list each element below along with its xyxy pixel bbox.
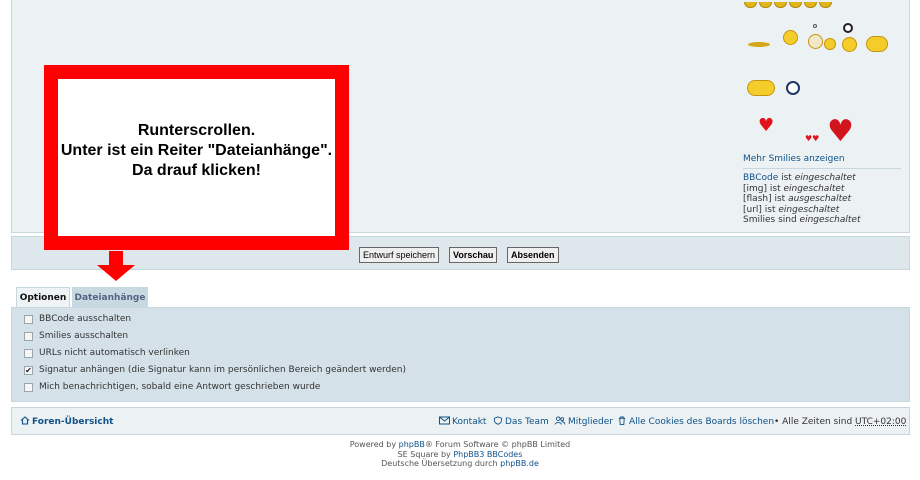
style-author-link[interactable]: PhpBB3 BBCodes xyxy=(453,450,522,459)
footer-navbar: Foren-Übersicht Kontakt Das Team Mitglie… xyxy=(11,407,910,435)
translation-link[interactable]: phpBB.de xyxy=(500,459,539,468)
arrow-down-icon xyxy=(97,265,135,281)
save-draft-button[interactable]: Entwurf speichern xyxy=(359,247,440,263)
divider xyxy=(743,168,901,169)
preview-button[interactable]: Vorschau xyxy=(449,247,498,263)
big-heart-icon[interactable]: ♥ xyxy=(827,117,854,147)
submit-button[interactable]: Absenden xyxy=(507,247,559,263)
envelope-icon xyxy=(439,416,450,425)
checkbox-checked[interactable]: ✔ xyxy=(24,366,33,375)
smiley-icon[interactable] xyxy=(824,38,836,50)
smiley-icon[interactable] xyxy=(774,2,787,8)
url-status-line: [url] ist eingeschaltet xyxy=(743,204,840,215)
smiley-trophy-icon[interactable] xyxy=(866,36,888,52)
zzz-icon xyxy=(813,24,817,28)
smilies-box: ♥ ♥♥ ♥ xyxy=(744,0,904,150)
forum-index-link[interactable]: Foren-Übersicht xyxy=(20,416,113,428)
home-icon xyxy=(20,416,30,425)
tab-attachments[interactable]: Dateianhänge xyxy=(72,287,148,308)
delete-cookies-link[interactable]: Alle Cookies des Boards löschen xyxy=(617,416,774,428)
soccer-ball-icon[interactable] xyxy=(843,23,853,33)
smiley-sleeping-icon[interactable] xyxy=(808,34,823,49)
checkbox[interactable] xyxy=(24,383,33,392)
smiley-icon[interactable] xyxy=(783,30,798,45)
checkbox[interactable] xyxy=(24,315,33,324)
bbcode-status-line: BBCode ist eingeschaltet xyxy=(743,173,856,183)
smilies-row-partial xyxy=(744,0,864,8)
smiley-icon[interactable] xyxy=(744,2,757,8)
smiley-icon[interactable] xyxy=(789,2,802,8)
smiley-icon[interactable] xyxy=(804,2,817,8)
contact-link[interactable]: Kontakt xyxy=(439,416,486,428)
style-credit-line: SE Square by PhpBB3 BBCodes xyxy=(397,449,523,459)
img-status-line: [img] ist eingeschaltet xyxy=(743,183,845,194)
translation-credit-line: Deutsche Übersetzung durch phpBB.de xyxy=(381,459,539,468)
members-link[interactable]: Mitglieder xyxy=(554,416,613,428)
team-link[interactable]: Das Team xyxy=(493,416,549,428)
smiley-alien-icon[interactable] xyxy=(786,81,800,95)
phpbb-link[interactable]: phpBB xyxy=(399,440,425,449)
smilies-status-line: Smilies sind eingeschaltet xyxy=(743,215,861,226)
flash-status-line: [flash] ist ausgeschaltet xyxy=(743,194,852,205)
tab-options[interactable]: Optionen xyxy=(16,287,70,308)
smiley-icon[interactable] xyxy=(759,2,772,8)
smiley-cigar-icon[interactable] xyxy=(748,42,770,47)
heart-icon[interactable]: ♥ xyxy=(758,117,774,135)
footer-credits: Powered by phpBB® Forum Software © phpBB… xyxy=(0,440,920,469)
users-icon xyxy=(554,416,566,425)
annotation-arrow xyxy=(109,251,123,266)
annotation-callout: Runterscrollen. Unter ist ein Reiter "Da… xyxy=(44,65,349,250)
powered-by-line: Powered by phpBB® Forum Software © phpBB… xyxy=(349,440,571,449)
smiley-group-icon[interactable] xyxy=(747,80,775,96)
small-hearts-icon[interactable]: ♥♥ xyxy=(805,135,819,143)
trash-icon xyxy=(618,416,626,425)
options-panel: BBCode ausschalten Smilies ausschalten U… xyxy=(11,307,910,402)
checkbox[interactable] xyxy=(24,349,33,358)
checkbox[interactable] xyxy=(24,332,33,341)
bbcode-link[interactable]: BBCode xyxy=(743,173,778,183)
shield-icon xyxy=(493,416,503,425)
annotation-text: Runterscrollen. Unter ist ein Reiter "Da… xyxy=(60,122,333,179)
smiley-icon[interactable] xyxy=(842,37,857,52)
bbcode-status: BBCode ist eingeschaltet [img] ist einge… xyxy=(743,173,861,226)
timezone-info: • Alle Zeiten sind UTC+02:00 xyxy=(774,417,907,427)
more-smilies-link[interactable]: Mehr Smilies anzeigen xyxy=(743,154,845,164)
smiley-icon[interactable] xyxy=(819,2,832,8)
